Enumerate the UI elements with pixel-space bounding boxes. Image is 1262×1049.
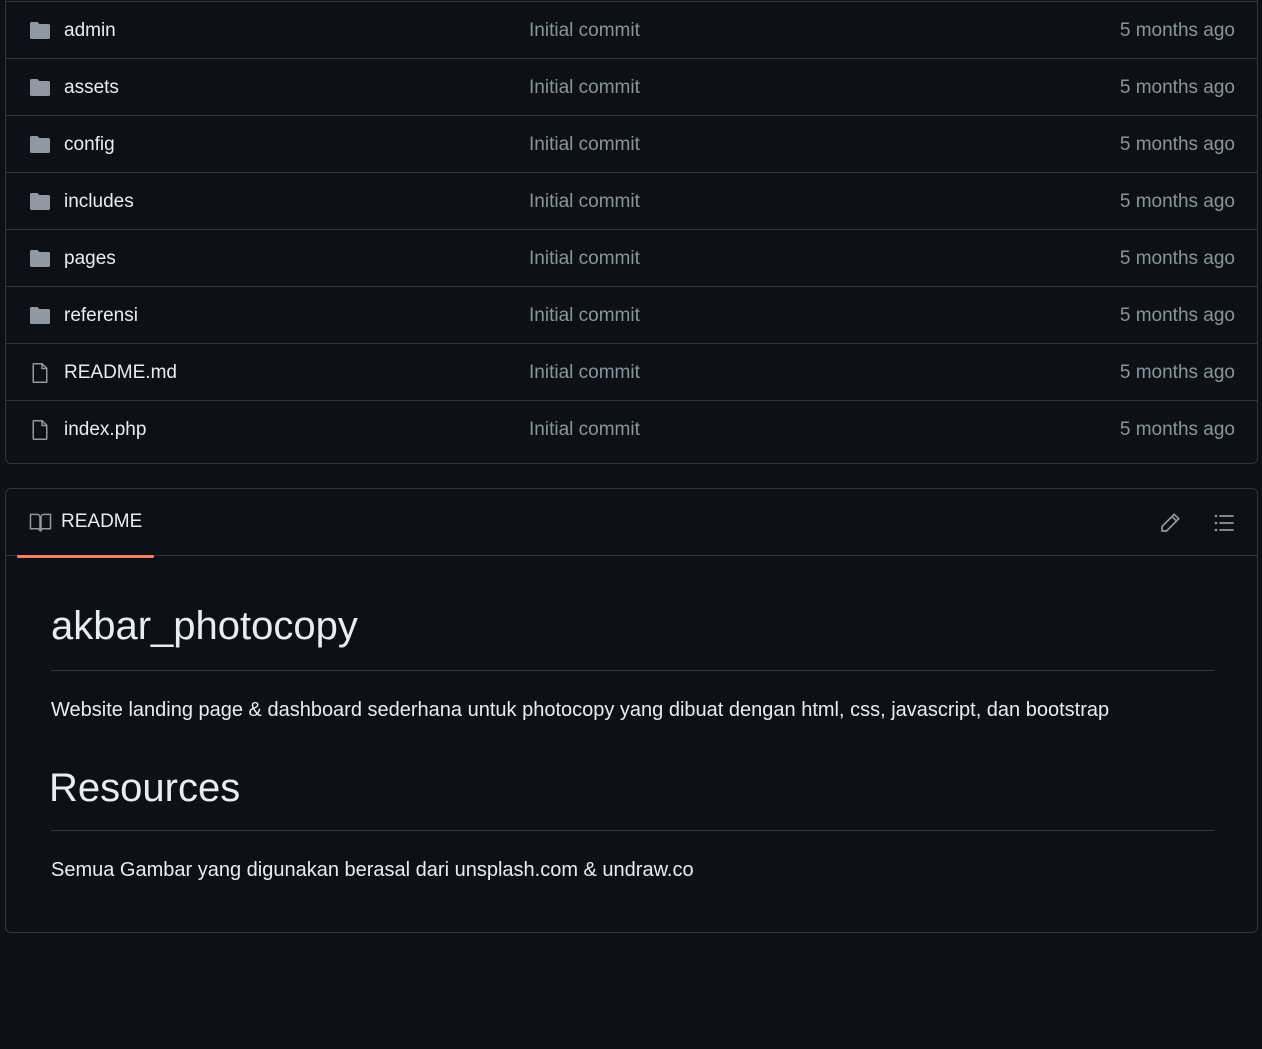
file-name[interactable]: includes: [64, 190, 134, 214]
commit-message[interactable]: Initial commit: [529, 133, 640, 157]
file-row-referensi[interactable]: referensi Initial commit 5 months ago: [6, 286, 1257, 343]
file-icon: [32, 420, 48, 440]
commit-time: 5 months ago: [1119, 77, 1235, 98]
folder-icon: [30, 136, 50, 153]
file-row-index-php[interactable]: index.php Initial commit 5 months ago: [6, 400, 1257, 457]
file-name[interactable]: assets: [64, 76, 119, 100]
commit-time: 5 months ago: [1119, 362, 1235, 383]
file-name[interactable]: pages: [64, 247, 116, 271]
file-icon: [32, 363, 48, 383]
file-row-includes[interactable]: includes Initial commit 5 months ago: [6, 172, 1257, 229]
divider: [51, 830, 1214, 831]
file-name[interactable]: index.php: [64, 418, 146, 442]
readme-panel: README akbar_photocopy Website landing p…: [5, 488, 1258, 933]
file-row-config[interactable]: config Initial commit 5 months ago: [6, 115, 1257, 172]
book-icon: [29, 513, 52, 532]
commit-message[interactable]: Initial commit: [529, 247, 640, 271]
commit-message[interactable]: Initial commit: [529, 304, 640, 328]
commit-message[interactable]: Initial commit: [529, 418, 640, 442]
pencil-icon[interactable]: [1156, 509, 1184, 537]
file-name[interactable]: admin: [64, 19, 116, 43]
commit-message[interactable]: Initial commit: [529, 190, 640, 214]
readme-header: README: [6, 489, 1257, 558]
divider: [51, 670, 1214, 671]
readme-tab[interactable]: README: [17, 489, 154, 558]
file-row-readme[interactable]: README.md Initial commit 5 months ago: [6, 343, 1257, 400]
file-name[interactable]: referensi: [64, 304, 138, 328]
readme-description: Website landing page & dashboard sederha…: [51, 699, 1110, 721]
file-row-admin[interactable]: admin Initial commit 5 months ago: [6, 1, 1257, 58]
file-name[interactable]: config: [64, 133, 115, 157]
commit-time: 5 months ago: [1119, 419, 1235, 440]
readme-tab-label: README: [61, 511, 143, 532]
readme-title: akbar_photocopy: [51, 604, 358, 648]
commit-time: 5 months ago: [1119, 191, 1235, 212]
folder-icon: [30, 250, 50, 267]
resources-heading: Resources: [49, 766, 241, 810]
resources-text: Semua Gambar yang digunakan berasal dari…: [51, 859, 694, 881]
commit-time: 5 months ago: [1119, 248, 1235, 269]
commit-message[interactable]: Initial commit: [529, 361, 640, 385]
file-row-assets[interactable]: assets Initial commit 5 months ago: [6, 58, 1257, 115]
active-tab-indicator: [17, 555, 154, 558]
commit-message[interactable]: Initial commit: [529, 19, 640, 43]
folder-icon: [30, 307, 50, 324]
folder-icon: [30, 193, 50, 210]
commit-time: 5 months ago: [1119, 305, 1235, 326]
folder-icon: [30, 79, 50, 96]
folder-icon: [30, 22, 50, 39]
file-list: admin Initial commit 5 months ago assets…: [5, 0, 1258, 464]
commit-time: 5 months ago: [1119, 134, 1235, 155]
commit-message[interactable]: Initial commit: [529, 76, 640, 100]
file-row-pages[interactable]: pages Initial commit 5 months ago: [6, 229, 1257, 286]
file-name[interactable]: README.md: [64, 361, 177, 385]
commit-time: 5 months ago: [1119, 20, 1235, 41]
list-icon[interactable]: [1210, 509, 1238, 537]
